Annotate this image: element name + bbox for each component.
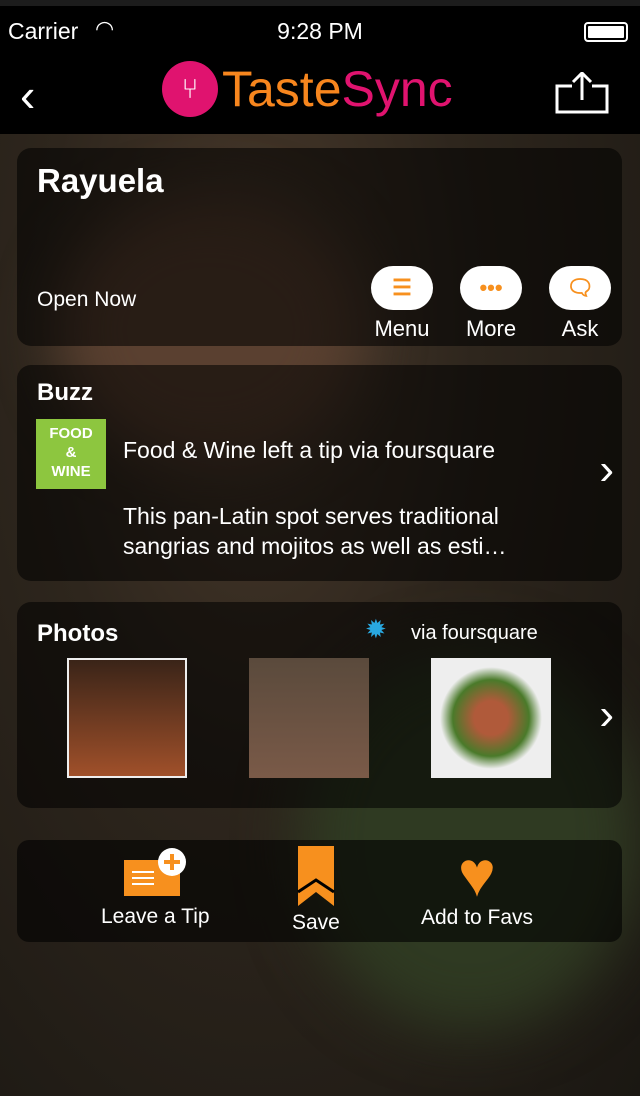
more-label: More: [465, 316, 517, 341]
app-logo: ⑂ Taste Sync: [162, 60, 453, 118]
buzz-tip: This pan-Latin spot serves traditional s…: [123, 503, 507, 559]
photos-card: Photos ✹ via foursquare ›: [17, 602, 622, 808]
battery-icon: [584, 22, 628, 42]
photo-thumbnail[interactable]: [431, 658, 551, 778]
save-label: Save: [292, 911, 340, 934]
heart-icon: ♥: [458, 838, 497, 910]
list-icon: ☰: [371, 266, 433, 310]
ellipsis-icon: •••: [460, 266, 522, 310]
chevron-right-icon[interactable]: ›: [599, 445, 614, 495]
menu-label: Menu: [374, 316, 430, 341]
bottom-action-bar: Leave a Tip Save ♥ Add to Favs: [17, 840, 622, 942]
back-button[interactable]: ‹: [20, 68, 35, 122]
logo-text-taste: Taste: [222, 61, 342, 117]
add-to-favs-label: Add to Favs: [421, 906, 534, 929]
leave-tip-button[interactable]: Leave a Tip: [101, 846, 210, 929]
status-bar: Carrier ◠ 9:28 PM: [0, 0, 640, 54]
fork-icon: ⑂: [162, 61, 218, 117]
photo-thumbnail[interactable]: [249, 658, 369, 778]
logo-text-sync: Sync: [341, 61, 453, 117]
food-wine-logo: FOOD & WINE: [36, 419, 106, 489]
nav-bar: ‹ ⑂ Taste Sync: [0, 54, 640, 134]
photo-thumbnail[interactable]: [67, 658, 187, 778]
ask-label: Ask: [561, 316, 599, 341]
more-button[interactable]: ••• More: [459, 266, 523, 342]
buzz-heading: Buzz: [37, 379, 93, 406]
share-icon[interactable]: [554, 72, 610, 114]
add-to-favs-button[interactable]: ♥ Add to Favs: [421, 838, 534, 930]
bookmark-icon: [297, 846, 335, 906]
chat-bubbles-icon: 🗨: [549, 266, 611, 310]
open-status: Open Now: [37, 288, 137, 311]
menu-button[interactable]: ☰ Menu: [370, 266, 434, 342]
chevron-right-icon[interactable]: ›: [599, 690, 614, 740]
restaurant-name: Rayuela: [37, 162, 164, 199]
ask-button[interactable]: 🗨 Ask: [548, 266, 612, 342]
verified-badge-icon: ✹: [365, 614, 387, 644]
clock: 9:28 PM: [277, 18, 363, 44]
add-tip-icon: [124, 848, 187, 896]
leave-tip-label: Leave a Tip: [101, 905, 210, 928]
restaurant-card: Rayuela Open Now ☰ Menu ••• More 🗨 Ask: [17, 148, 622, 346]
photos-heading: Photos: [37, 620, 119, 647]
buzz-card[interactable]: Buzz FOOD & WINE Food & Wine left a tip vi…: [17, 365, 622, 581]
buzz-source: Food & Wine left a tip via foursquare: [123, 437, 496, 463]
photos-source: via foursquare: [411, 622, 538, 644]
save-button[interactable]: Save: [292, 846, 340, 935]
